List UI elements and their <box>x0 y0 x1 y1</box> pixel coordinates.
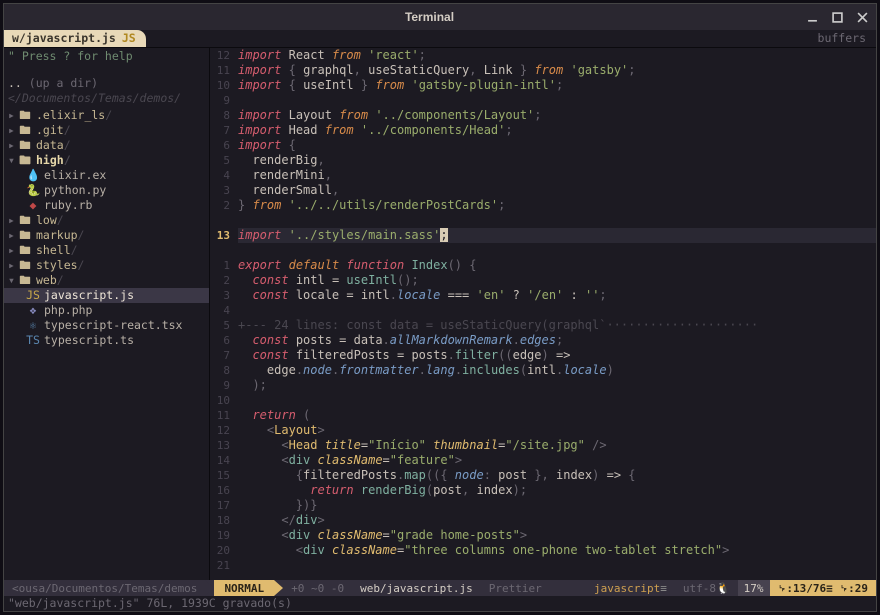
status-mode: NORMAL <box>214 580 274 596</box>
folder-icon: 🖿 <box>18 153 32 168</box>
code-line[interactable]: <Layout> <box>238 423 876 438</box>
tree-file[interactable]: JSjavascript.js <box>4 288 209 303</box>
tree-folder[interactable]: ▸🖿markup/ <box>4 228 209 243</box>
code-line[interactable]: renderSmall, <box>238 183 876 198</box>
status-path: <ousa/Documentos/Temas/demos <box>4 580 205 596</box>
code-line[interactable] <box>238 243 876 258</box>
code-line[interactable]: {filteredPosts.map(({ node: post }, inde… <box>238 468 876 483</box>
file-icon: 💧 <box>26 168 40 183</box>
code-line[interactable] <box>238 393 876 408</box>
folder-icon: 🖿 <box>18 258 32 273</box>
code-line[interactable]: })} <box>238 498 876 513</box>
status-encoding: utf-8 🐧 <box>675 580 738 596</box>
window-title: Terminal <box>52 10 807 25</box>
status-file: web/javascript.js <box>352 580 481 596</box>
tree-file[interactable]: ◆ruby.rb <box>4 198 209 213</box>
tree-file[interactable]: ❖php.php <box>4 303 209 318</box>
file-icon: 🐍 <box>26 183 40 198</box>
folder-icon: 🖿 <box>18 243 32 258</box>
folder-icon: 🖿 <box>18 273 32 288</box>
code-line[interactable]: const intl = useIntl(); <box>238 273 876 288</box>
code-line[interactable] <box>238 93 876 108</box>
status-percent: 17% <box>738 580 770 596</box>
file-icon: ◆ <box>26 198 40 213</box>
code-line[interactable]: } from '../../utils/renderPostCards'; <box>238 198 876 213</box>
status-git: +0 ~0 -0 <box>283 580 352 596</box>
code-line[interactable]: import { useIntl } from 'gatsby-plugin-i… <box>238 78 876 93</box>
minimize-button[interactable] <box>807 12 818 23</box>
up-directory[interactable]: .. (up a dir) <box>4 76 209 91</box>
tree-folder[interactable]: ▾🖿web/ <box>4 273 209 288</box>
folder-icon: 🖿 <box>18 108 32 123</box>
help-hint: " Press ? for help <box>4 49 209 64</box>
tree-folder[interactable]: ▸🖿low/ <box>4 213 209 228</box>
tab-label: w/javascript.js <box>12 31 116 46</box>
code-line[interactable]: <div className="three columns one-phone … <box>238 543 876 558</box>
tree-file[interactable]: ⚛typescript-react.tsx <box>4 318 209 333</box>
code-line[interactable]: +--- 24 lines: const data = useStaticQue… <box>238 318 876 333</box>
code-line[interactable]: import { <box>238 138 876 153</box>
file-explorer[interactable]: " Press ? for help .. (up a dir) </Docum… <box>4 48 209 580</box>
tree-folder[interactable]: ▸🖿shell/ <box>4 243 209 258</box>
code-line[interactable]: </div> <box>238 513 876 528</box>
code-line[interactable]: const filteredPosts = posts.filter((edge… <box>238 348 876 363</box>
folder-icon: 🖿 <box>18 123 32 138</box>
status-filetype: javascript ≡ <box>586 580 675 596</box>
buffers-button[interactable]: buffers <box>804 30 876 47</box>
code-line[interactable]: edge.node.frontmatter.lang.includes(intl… <box>238 363 876 378</box>
status-position: ␊:13/76≡ ␊:29 <box>770 580 876 596</box>
code-line[interactable]: import { graphql, useStaticQuery, Link }… <box>238 63 876 78</box>
code-line[interactable]: <Head title="Início" thumbnail="/site.jp… <box>238 438 876 453</box>
code-editor[interactable]: 1211109876543213123456789101112131415161… <box>210 48 876 580</box>
message-line: "web/javascript.js" 76L, 1939C gravado(s… <box>4 596 876 611</box>
window-titlebar: Terminal <box>4 4 876 30</box>
code-line[interactable]: import React from 'react'; <box>238 48 876 63</box>
code-line[interactable]: import '../styles/main.sass'; <box>238 228 876 243</box>
folder-icon: 🖿 <box>18 138 32 153</box>
code-line[interactable]: export default function Index() { <box>238 258 876 273</box>
os-icon: 🐧 <box>716 581 730 596</box>
code-line[interactable]: const locale = intl.locale === 'en' ? '/… <box>238 288 876 303</box>
tree-folder[interactable]: ▸🖿styles/ <box>4 258 209 273</box>
tree-folder[interactable]: ▾🖿high/ <box>4 153 209 168</box>
code-area[interactable]: import React from 'react';import { graph… <box>238 48 876 580</box>
tree-file[interactable]: 💧elixir.ex <box>4 168 209 183</box>
line-number-gutter: 1211109876543213123456789101112131415161… <box>210 48 238 580</box>
file-icon: ❖ <box>26 303 40 318</box>
code-line[interactable]: return ( <box>238 408 876 423</box>
tree-folder[interactable]: ▸🖿.git/ <box>4 123 209 138</box>
close-button[interactable] <box>857 12 868 23</box>
code-line[interactable]: ); <box>238 378 876 393</box>
tree-folder[interactable]: ▸🖿data/ <box>4 138 209 153</box>
code-line[interactable]: const posts = data.allMarkdownRemark.edg… <box>238 333 876 348</box>
code-line[interactable]: <div className="feature"> <box>238 453 876 468</box>
tree-file[interactable]: TStypescript.ts <box>4 333 209 348</box>
file-icon: TS <box>26 333 40 348</box>
code-line[interactable]: renderMini, <box>238 168 876 183</box>
code-line[interactable]: <div className="grade home-posts"> <box>238 528 876 543</box>
folder-icon: 🖿 <box>18 228 32 243</box>
code-line[interactable] <box>238 213 876 228</box>
status-linter: Prettier <box>481 580 550 596</box>
tab-active[interactable]: w/javascript.js JS <box>4 30 146 47</box>
tree-file[interactable]: 🐍python.py <box>4 183 209 198</box>
maximize-button[interactable] <box>832 12 843 23</box>
tree-folder[interactable]: ▸🖿.elixir_ls/ <box>4 108 209 123</box>
tabline: w/javascript.js JS buffers <box>4 30 876 48</box>
code-line[interactable]: return renderBig(post, index); <box>238 483 876 498</box>
filetype-badge: JS <box>122 31 136 46</box>
code-line[interactable]: import Head from '../components/Head'; <box>238 123 876 138</box>
cwd-path: </Documentos/Temas/demos/ <box>4 91 209 106</box>
code-line[interactable]: import Layout from '../components/Layout… <box>238 108 876 123</box>
file-icon: ⚛ <box>26 318 40 333</box>
code-line[interactable] <box>238 303 876 318</box>
code-line[interactable]: renderBig, <box>238 153 876 168</box>
statusline: <ousa/Documentos/Temas/demos NORMAL +0 ~… <box>4 580 876 596</box>
folder-icon: 🖿 <box>18 213 32 228</box>
file-icon: JS <box>26 288 40 303</box>
